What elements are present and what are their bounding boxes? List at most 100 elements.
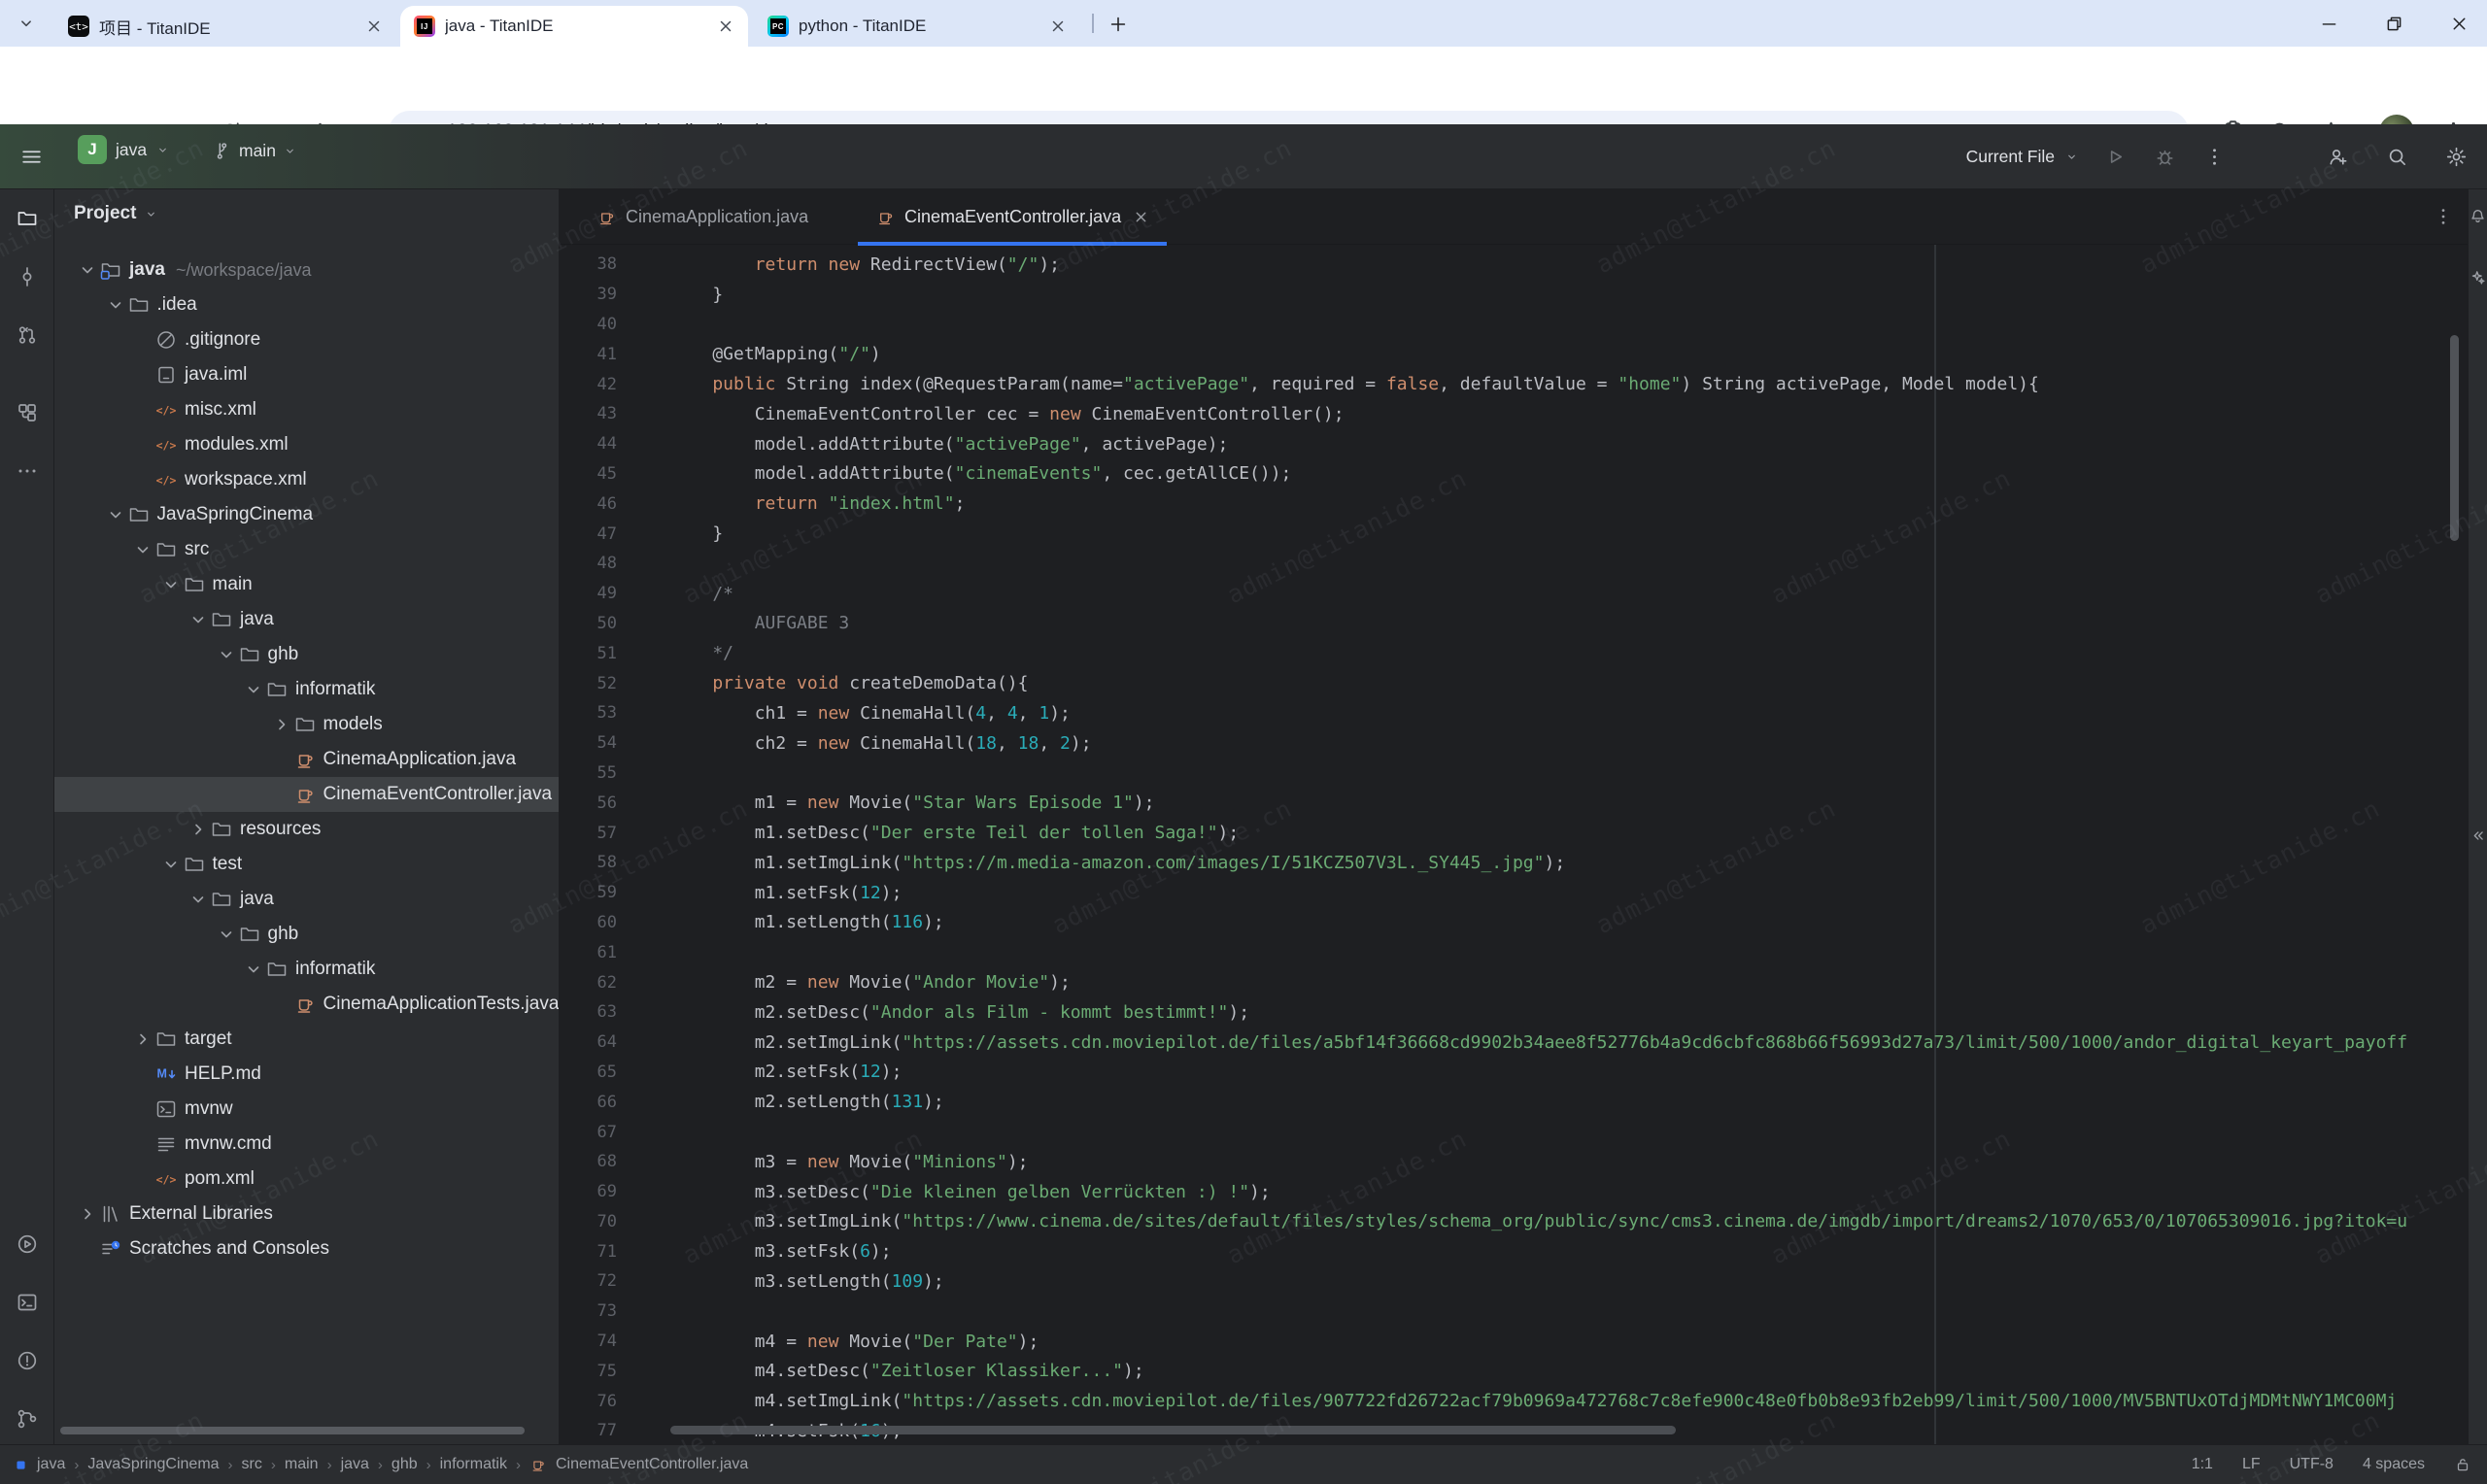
- line-number[interactable]: 48: [560, 554, 617, 573]
- chevron-down-icon[interactable]: [76, 258, 99, 282]
- tree-item[interactable]: java~/workspace/java: [54, 253, 560, 287]
- line-number[interactable]: 38: [560, 254, 617, 274]
- code-line[interactable]: 59 m1.setFsk(12);: [560, 878, 2468, 908]
- line-number[interactable]: 66: [560, 1093, 617, 1112]
- breadcrumb-item[interactable]: src: [242, 1456, 262, 1473]
- code-line[interactable]: 38 return new RedirectView("/");: [560, 250, 2468, 280]
- code-line[interactable]: 54 ch2 = new CinemaHall(18, 18, 2);: [560, 728, 2468, 759]
- chevron-down-icon[interactable]: [242, 678, 265, 701]
- project-widget[interactable]: J java: [78, 135, 170, 164]
- line-number[interactable]: 53: [560, 703, 617, 723]
- line-number[interactable]: 71: [560, 1242, 617, 1262]
- code-line[interactable]: 73: [560, 1297, 2468, 1327]
- code-line[interactable]: 47 }: [560, 519, 2468, 549]
- line-number[interactable]: 73: [560, 1301, 617, 1321]
- line-number[interactable]: 50: [560, 614, 617, 633]
- code-line[interactable]: 68 m3 = new Movie("Minions");: [560, 1147, 2468, 1177]
- tree-item[interactable]: </>workspace.xml: [54, 462, 560, 497]
- tab-options-icon[interactable]: [2433, 206, 2454, 227]
- minimize-icon[interactable]: [2319, 14, 2339, 34]
- line-number[interactable]: 40: [560, 315, 617, 334]
- breadcrumb-item[interactable]: JavaSpringCinema: [87, 1456, 219, 1473]
- line-number[interactable]: 76: [560, 1392, 617, 1411]
- line-number[interactable]: 60: [560, 913, 617, 932]
- line-number[interactable]: 70: [560, 1212, 617, 1231]
- breadcrumb-file[interactable]: CinemaEventController.java: [556, 1456, 748, 1473]
- tree-item[interactable]: JavaSpringCinema: [54, 497, 560, 532]
- line-number[interactable]: 41: [560, 345, 617, 364]
- code-line[interactable]: 46 return "index.html";: [560, 489, 2468, 519]
- code-line[interactable]: 62 m2 = new Movie("Andor Movie");: [560, 967, 2468, 997]
- line-number[interactable]: 64: [560, 1032, 617, 1052]
- file-encoding[interactable]: UTF-8: [2290, 1456, 2334, 1473]
- tab-search-icon[interactable]: [16, 13, 37, 34]
- code-line[interactable]: 49 /*: [560, 579, 2468, 609]
- tree-horizontal-scrollbar[interactable]: [60, 1427, 525, 1434]
- code-line[interactable]: 74 m4 = new Movie("Der Pate");: [560, 1327, 2468, 1357]
- settings-gear-icon[interactable]: [2445, 146, 2468, 168]
- code-line[interactable]: 39 }: [560, 280, 2468, 310]
- editor-horizontal-scrollbar[interactable]: [670, 1426, 1676, 1434]
- code-line[interactable]: 57 m1.setDesc("Der erste Teil der tollen…: [560, 818, 2468, 848]
- structure-icon[interactable]: [16, 401, 39, 424]
- line-number[interactable]: 56: [560, 793, 617, 813]
- tree-item[interactable]: Scratches and Consoles: [54, 1231, 560, 1266]
- line-number[interactable]: 63: [560, 1002, 617, 1022]
- code-line[interactable]: 42 public String index(@RequestParam(nam…: [560, 369, 2468, 399]
- tree-item[interactable]: informatik: [54, 672, 560, 707]
- tree-item[interactable]: </>misc.xml: [54, 392, 560, 427]
- tree-item[interactable]: informatik: [54, 952, 560, 987]
- code-line[interactable]: 53 ch1 = new CinemaHall(4, 4, 1);: [560, 698, 2468, 728]
- chevron-right-icon[interactable]: [131, 1028, 154, 1051]
- chevron-down-icon[interactable]: [215, 923, 238, 946]
- line-number[interactable]: 77: [560, 1421, 617, 1440]
- tree-item[interactable]: models: [54, 707, 560, 742]
- tree-item[interactable]: </>modules.xml: [54, 427, 560, 462]
- main-menu-icon[interactable]: [19, 145, 44, 169]
- code-line[interactable]: 45 model.addAttribute("cinemaEvents", ce…: [560, 459, 2468, 489]
- new-tab-button[interactable]: [1107, 14, 1129, 35]
- breadcrumb-item[interactable]: ghb: [392, 1456, 418, 1473]
- tab-close-icon[interactable]: [717, 17, 734, 35]
- line-number[interactable]: 45: [560, 464, 617, 484]
- collapse-icon[interactable]: [2470, 827, 2486, 844]
- tree-item[interactable]: ghb: [54, 917, 560, 952]
- chevron-down-icon[interactable]: [187, 608, 210, 631]
- tree-item[interactable]: main: [54, 567, 560, 602]
- services-icon[interactable]: [16, 1232, 39, 1256]
- chevron-down-icon[interactable]: [104, 503, 127, 526]
- line-number[interactable]: 57: [560, 824, 617, 843]
- restore-icon[interactable]: [2384, 14, 2404, 34]
- chevron-right-icon[interactable]: [76, 1202, 99, 1226]
- breadcrumb-item[interactable]: java: [341, 1456, 369, 1473]
- chevron-down-icon[interactable]: [159, 853, 183, 876]
- tree-item[interactable]: java.iml: [54, 357, 560, 392]
- code-with-me-icon[interactable]: [2327, 146, 2349, 168]
- chevron-right-icon[interactable]: [187, 818, 210, 841]
- chevron-down-icon[interactable]: [159, 573, 183, 596]
- code-line[interactable]: 52 private void createDemoData(){: [560, 668, 2468, 698]
- tree-item[interactable]: CinemaApplication.java: [54, 742, 560, 777]
- browser-tab[interactable]: <t>项目 - TitanIDE: [54, 6, 396, 47]
- code-line[interactable]: 50 AUFGABE 3: [560, 609, 2468, 639]
- chevron-down-icon[interactable]: [187, 888, 210, 911]
- line-number[interactable]: 42: [560, 375, 617, 394]
- code-line[interactable]: 64 m2.setImgLink("https://assets.cdn.mov…: [560, 1028, 2468, 1058]
- code-line[interactable]: 41 @GetMapping("/"): [560, 339, 2468, 369]
- code-line[interactable]: 40: [560, 310, 2468, 340]
- chevron-down-icon[interactable]: [104, 293, 127, 317]
- line-number[interactable]: 74: [560, 1332, 617, 1351]
- tree-item[interactable]: </>pom.xml: [54, 1162, 560, 1197]
- tree-item[interactable]: .gitignore: [54, 322, 560, 357]
- chevron-down-icon[interactable]: [242, 958, 265, 981]
- tree-item[interactable]: src: [54, 532, 560, 567]
- code-line[interactable]: 71 m3.setFsk(6);: [560, 1236, 2468, 1266]
- line-number[interactable]: 51: [560, 644, 617, 663]
- tree-item[interactable]: test: [54, 847, 560, 882]
- code-line[interactable]: 56 m1 = new Movie("Star Wars Episode 1")…: [560, 788, 2468, 818]
- tree-item[interactable]: MHELP.md: [54, 1057, 560, 1092]
- tree-item[interactable]: mvnw: [54, 1092, 560, 1127]
- more-icon[interactable]: [16, 459, 39, 483]
- run-config-label[interactable]: Current File: [1966, 147, 2055, 167]
- code-line[interactable]: 60 m1.setLength(116);: [560, 908, 2468, 938]
